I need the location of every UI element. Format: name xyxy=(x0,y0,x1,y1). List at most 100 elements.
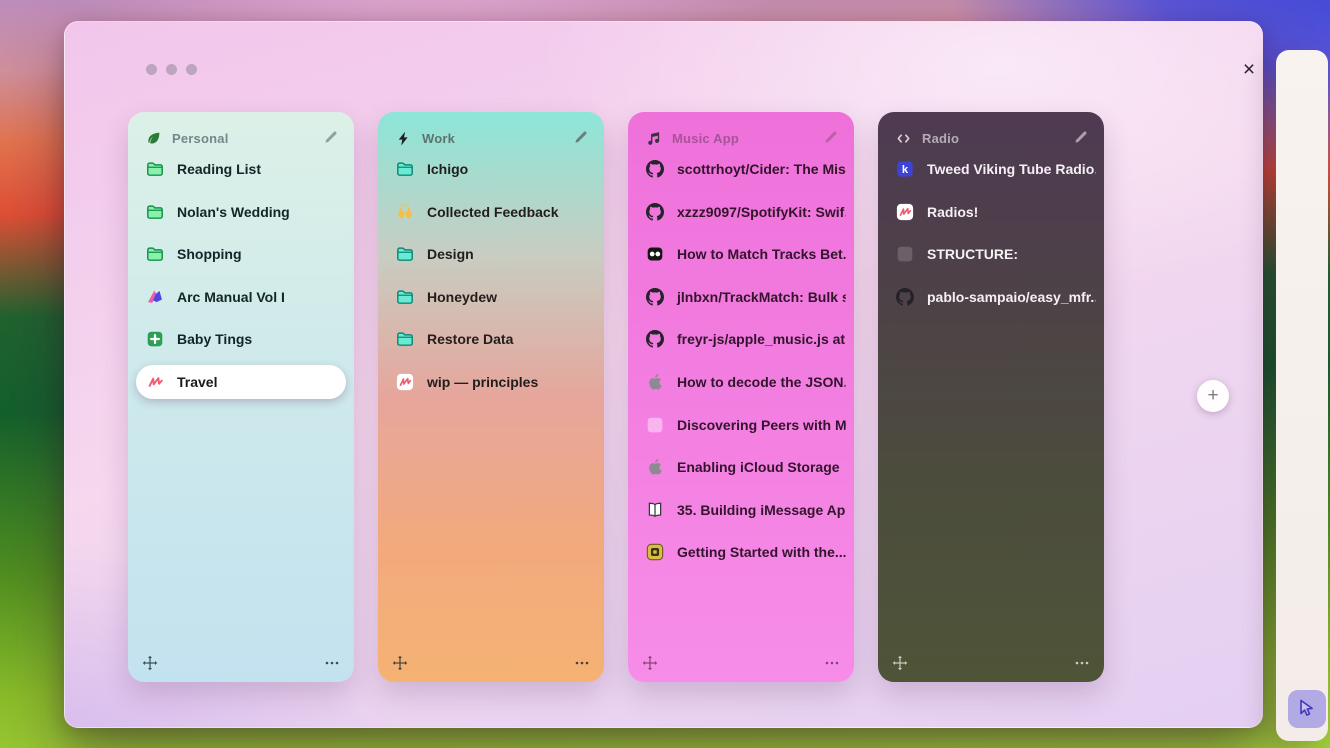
folder-teal-icon xyxy=(396,245,414,263)
column-footer xyxy=(142,655,340,671)
more-options-button[interactable] xyxy=(1074,655,1090,671)
list-item[interactable]: Honeydew xyxy=(386,280,596,314)
list-item[interactable]: xzzz9097/SpotifyKit: Swif... xyxy=(636,195,846,229)
list-item[interactable]: Collected Feedback xyxy=(386,195,596,229)
column-footer xyxy=(392,655,590,671)
column-music-app: Music App scottrhoyt/Cider: The Mis... xzz… xyxy=(628,112,854,682)
traffic-light-close[interactable] xyxy=(146,64,157,75)
edit-column-button[interactable] xyxy=(1072,130,1088,146)
column-title: Personal xyxy=(172,131,229,146)
list-item-label: Travel xyxy=(177,374,217,390)
github-icon xyxy=(646,288,664,306)
list-item[interactable]: jlnbxn/TrackMatch: Bulk s... xyxy=(636,280,846,314)
list-item-label: Tweed Viking Tube Radio... xyxy=(927,161,1096,177)
music-note-icon xyxy=(646,131,661,146)
placeholder-dark-icon xyxy=(896,245,914,263)
k-app-icon: k xyxy=(896,160,914,178)
column-header: Radio xyxy=(878,112,1104,150)
list-item-label: Getting Started with the... xyxy=(677,544,846,560)
list-item[interactable]: Reading List xyxy=(136,152,346,186)
list-item[interactable]: How to decode the JSON... xyxy=(636,365,846,399)
close-button[interactable]: × xyxy=(1235,56,1263,84)
arc-logo-icon xyxy=(146,288,164,306)
list-item[interactable]: Restore Data xyxy=(386,322,596,356)
move-column-button[interactable] xyxy=(142,655,158,671)
move-icon xyxy=(142,655,158,671)
ellipsis-icon xyxy=(574,655,590,671)
placeholder-pink-icon xyxy=(646,416,664,434)
list-item[interactable]: How to Match Tracks Bet... xyxy=(636,237,846,271)
list-item[interactable]: Travel xyxy=(136,365,346,399)
list-item-label: scottrhoyt/Cider: The Mis... xyxy=(677,161,846,177)
column-item-list: Ichigo Collected Feedback Design Honeydew Re… xyxy=(378,150,604,399)
code-icon xyxy=(896,131,911,146)
list-item[interactable]: pablo-sampaio/easy_mfr... xyxy=(886,280,1096,314)
list-item[interactable]: Arc Manual Vol I xyxy=(136,280,346,314)
move-column-button[interactable] xyxy=(892,655,908,671)
list-item-label: Radios! xyxy=(927,204,978,220)
list-item-label: Honeydew xyxy=(427,289,497,305)
window-controls xyxy=(146,64,197,75)
column-personal: Personal Reading List Nolan's Wedding Shopp… xyxy=(128,112,354,682)
ellipsis-icon xyxy=(824,655,840,671)
list-item-label: wip — principles xyxy=(427,374,538,390)
list-item-label: Discovering Peers with M... xyxy=(677,417,846,433)
lightning-icon xyxy=(396,131,411,146)
yellow-app-icon xyxy=(646,543,664,561)
list-item[interactable]: 35. Building iMessage Ap... xyxy=(636,493,846,527)
list-item[interactable]: Enabling iCloud Storage xyxy=(636,450,846,484)
screen: × Personal Reading List Nolan's Wedding Sho… xyxy=(0,0,1330,748)
list-item[interactable]: Baby Tings xyxy=(136,322,346,356)
list-item[interactable]: freyr-js/apple_music.js at... xyxy=(636,322,846,356)
more-options-button[interactable] xyxy=(324,655,340,671)
more-options-button[interactable] xyxy=(824,655,840,671)
ellipsis-icon xyxy=(1074,655,1090,671)
list-item-label: Baby Tings xyxy=(177,331,252,347)
edit-column-button[interactable] xyxy=(322,130,338,146)
column-item-list: k Tweed Viking Tube Radio... Radios! STRUCT… xyxy=(878,150,1104,314)
column-header: Music App xyxy=(628,112,854,150)
folder-teal-icon xyxy=(396,330,414,348)
list-item-label: Ichigo xyxy=(427,161,468,177)
traffic-light-zoom[interactable] xyxy=(186,64,197,75)
github-icon xyxy=(646,203,664,221)
list-item-label: Shopping xyxy=(177,246,242,262)
column-header: Personal xyxy=(128,112,354,150)
list-item[interactable]: Nolan's Wedding xyxy=(136,195,346,229)
github-icon xyxy=(646,160,664,178)
list-item[interactable]: scottrhoyt/Cider: The Mis... xyxy=(636,152,846,186)
list-item-label: Design xyxy=(427,246,474,262)
scribble-card-icon xyxy=(396,373,414,391)
more-options-button[interactable] xyxy=(574,655,590,671)
traffic-light-minimize[interactable] xyxy=(166,64,177,75)
list-item-label: jlnbxn/TrackMatch: Bulk s... xyxy=(677,289,846,305)
move-icon xyxy=(642,655,658,671)
list-item-label: Enabling iCloud Storage xyxy=(677,459,840,475)
add-column-button[interactable]: + xyxy=(1197,380,1229,412)
list-item[interactable]: Design xyxy=(386,237,596,271)
column-header: Work xyxy=(378,112,604,150)
column-title: Work xyxy=(422,131,455,146)
list-item[interactable]: wip — principles xyxy=(386,365,596,399)
list-item[interactable]: Discovering Peers with M... xyxy=(636,408,846,442)
list-item[interactable]: k Tweed Viking Tube Radio... xyxy=(886,152,1096,186)
cursor-tool-button[interactable] xyxy=(1288,690,1326,728)
list-item[interactable]: STRUCTURE: xyxy=(886,237,1096,271)
edit-column-button[interactable] xyxy=(822,130,838,146)
list-item[interactable]: Getting Started with the... xyxy=(636,535,846,569)
move-column-button[interactable] xyxy=(642,655,658,671)
list-item[interactable]: Radios! xyxy=(886,195,1096,229)
list-item-label: Collected Feedback xyxy=(427,204,559,220)
list-item-label: STRUCTURE: xyxy=(927,246,1018,262)
move-icon xyxy=(392,655,408,671)
edit-column-button[interactable] xyxy=(572,130,588,146)
move-icon xyxy=(892,655,908,671)
list-item[interactable]: Ichigo xyxy=(386,152,596,186)
list-item[interactable]: Shopping xyxy=(136,237,346,271)
column-title: Radio xyxy=(922,131,959,146)
folder-teal-icon xyxy=(396,288,414,306)
ellipsis-icon xyxy=(324,655,340,671)
move-column-button[interactable] xyxy=(392,655,408,671)
list-item-label: Nolan's Wedding xyxy=(177,204,290,220)
list-item-label: xzzz9097/SpotifyKit: Swif... xyxy=(677,204,846,220)
